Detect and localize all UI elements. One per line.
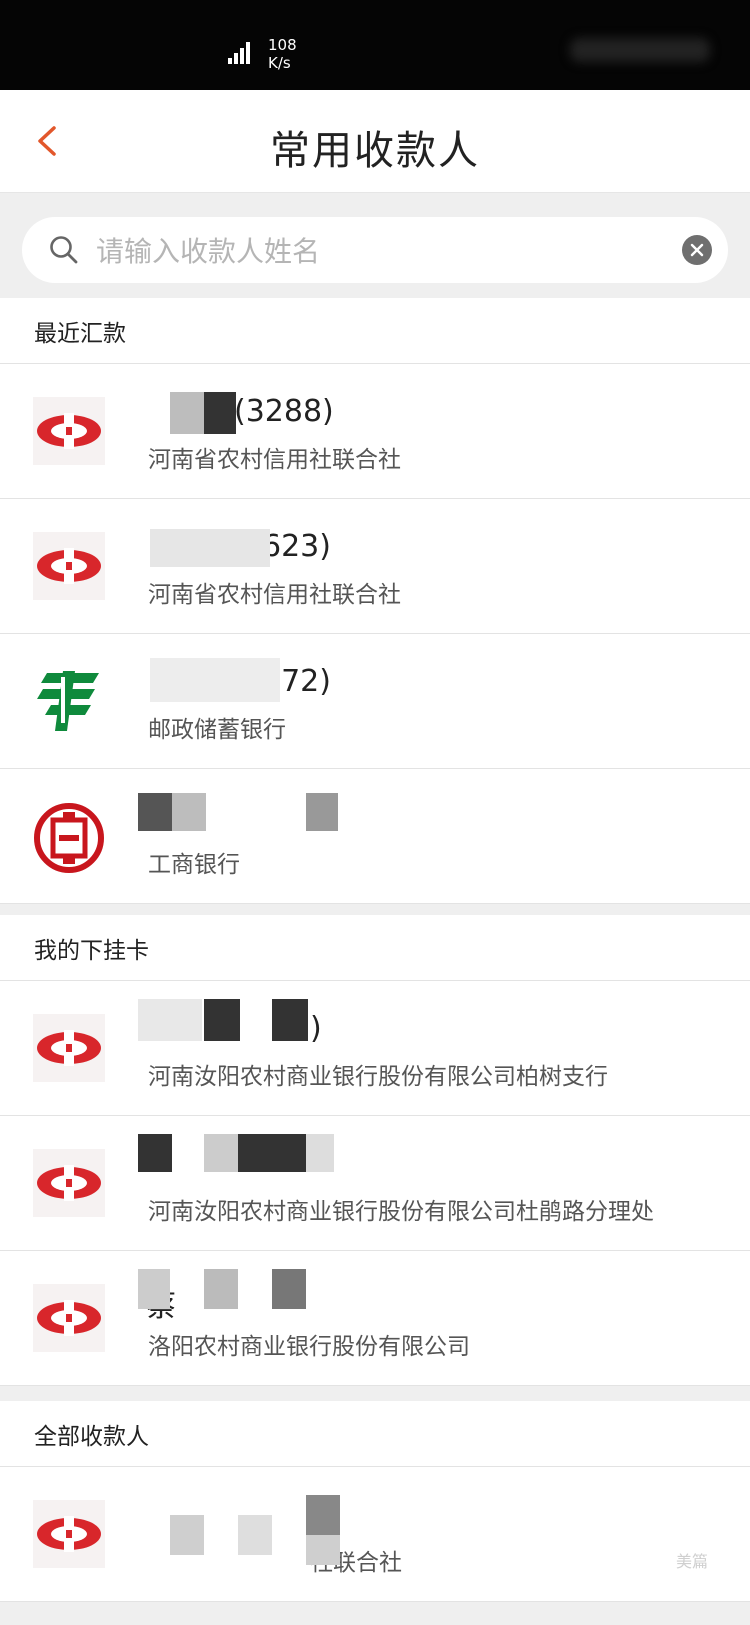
bank-name: 邮政储蓄银行: [148, 717, 286, 743]
payee-section: 最近汇款 (3288) 河南省农村信用社联合社 623) 河南省农村信用社联合社 3…: [0, 298, 750, 904]
section-title: 最近汇款: [34, 321, 126, 347]
postal-savings-logo: [33, 667, 105, 735]
privacy-mosaic: [138, 382, 348, 442]
privacy-mosaic: [138, 999, 348, 1059]
rural-credit-logo: [33, 1149, 105, 1217]
rural-credit-logo: [33, 1500, 105, 1568]
section-header: 全部收款人: [0, 1401, 750, 1467]
section-header: 最近汇款: [0, 298, 750, 364]
section-header: 我的下挂卡: [0, 915, 750, 981]
privacy-mosaic: [138, 517, 348, 577]
payee-row[interactable]: ) 河南汝阳农村商业银行股份有限公司柏树支行: [0, 981, 750, 1116]
payee-section: 我的下挂卡 ) 河南汝阳农村商业银行股份有限公司柏树支行 河南汝阳农村商业银行股份…: [0, 915, 750, 1386]
rural-credit-logo: [33, 532, 105, 600]
status-bar: 108 K/s: [0, 0, 750, 90]
icbc-logo: [33, 802, 105, 873]
privacy-mosaic: [138, 652, 348, 712]
blurred-status-icons: [570, 38, 710, 62]
payee-row[interactable]: )工商银行: [0, 769, 750, 904]
bank-name: 河南汝阳农村商业银行股份有限公司柏树支行: [148, 1064, 608, 1090]
rural-credit-logo: [33, 1284, 105, 1352]
watermark: 美篇: [676, 1552, 709, 1571]
privacy-mosaic: [138, 1485, 348, 1565]
payee-row[interactable]: 372) 邮政储蓄银行: [0, 634, 750, 769]
bank-name: 河南省农村信用社联合社: [148, 447, 401, 473]
rural-credit-logo: [33, 1014, 105, 1082]
payee-row[interactable]: 社联合社: [0, 1467, 750, 1602]
signal-icon: [228, 42, 256, 64]
section-title: 全部收款人: [34, 1424, 149, 1450]
search-icon: [50, 236, 78, 264]
privacy-mosaic: [138, 1269, 348, 1329]
bank-name: 河南省农村信用社联合社: [148, 582, 401, 608]
bank-name: 河南汝阳农村商业银行股份有限公司杜鹃路分理处: [148, 1199, 654, 1225]
section-title: 我的下挂卡: [34, 938, 149, 964]
network-speed: 108 K/s: [268, 36, 297, 72]
bank-name: 工商银行: [148, 852, 240, 878]
close-icon: [690, 243, 704, 257]
search-area: [0, 193, 750, 307]
clear-button[interactable]: [682, 235, 712, 265]
payee-row[interactable]: (3288) 河南省农村信用社联合社: [0, 364, 750, 499]
payee-section: 全部收款人 社联合社: [0, 1401, 750, 1602]
payee-row[interactable]: 蔡洛阳农村商业银行股份有限公司: [0, 1251, 750, 1386]
search-input[interactable]: [94, 229, 678, 273]
search-bar[interactable]: [22, 217, 728, 283]
payee-row[interactable]: 623) 河南省农村信用社联合社: [0, 499, 750, 634]
nav-bar: 常用收款人: [0, 90, 750, 193]
payee-row[interactable]: 河南汝阳农村商业银行股份有限公司杜鹃路分理处: [0, 1116, 750, 1251]
page-title: 常用收款人: [270, 128, 480, 174]
privacy-mosaic: [138, 787, 348, 847]
bank-name: 洛阳农村商业银行股份有限公司: [148, 1334, 470, 1360]
privacy-mosaic: [138, 1134, 348, 1194]
rural-credit-logo: [33, 397, 105, 465]
